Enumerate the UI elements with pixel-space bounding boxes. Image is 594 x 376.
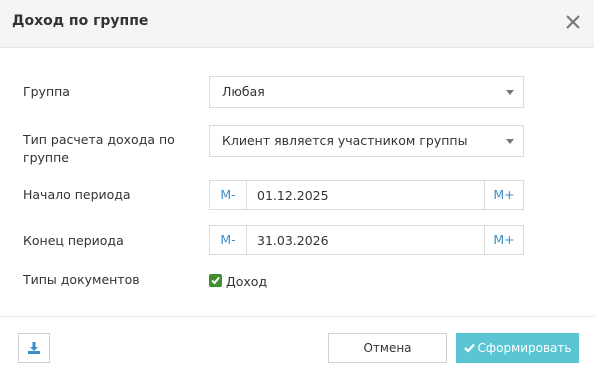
doc-type-income-label: Доход <box>226 274 268 289</box>
group-label: Группа <box>23 84 70 99</box>
chevron-down-icon <box>506 90 514 95</box>
group-select-value: Любая <box>222 84 265 99</box>
period-end-label: Конец периода <box>23 233 124 248</box>
checkbox-checked-icon[interactable] <box>209 274 222 287</box>
dialog-header: Доход по группе <box>0 0 594 48</box>
close-icon[interactable] <box>564 13 582 31</box>
group-select[interactable]: Любая <box>209 76 524 108</box>
footer-divider <box>0 316 594 317</box>
check-icon <box>463 334 475 364</box>
period-start-plus-button[interactable]: М+ <box>484 181 523 209</box>
submit-button[interactable]: Сформировать <box>456 333 579 363</box>
submit-button-label: Сформировать <box>477 341 572 355</box>
income-type-select-value: Клиент является участником группы <box>222 133 468 148</box>
dialog-title: Доход по группе <box>12 13 149 29</box>
period-end-group: М- М+ <box>209 225 524 255</box>
period-end-minus-button[interactable]: М- <box>210 226 247 254</box>
period-start-label: Начало периода <box>23 187 131 202</box>
doc-types-label: Типы документов <box>23 272 140 287</box>
income-type-label-line1: Тип расчета дохода по <box>23 132 175 147</box>
income-type-label-line2: группе <box>23 150 69 165</box>
download-button[interactable] <box>18 333 50 363</box>
period-end-input[interactable] <box>247 226 484 254</box>
period-start-minus-button[interactable]: М- <box>210 181 247 209</box>
download-icon <box>28 342 40 354</box>
chevron-down-icon <box>506 139 514 144</box>
report-dialog: Доход по группе Группа Любая Тип расчета… <box>0 0 594 376</box>
cancel-button[interactable]: Отмена <box>328 333 447 363</box>
income-type-select[interactable]: Клиент является участником группы <box>209 125 524 157</box>
period-end-plus-button[interactable]: М+ <box>484 226 523 254</box>
period-start-input[interactable] <box>247 181 484 209</box>
period-start-group: М- М+ <box>209 180 524 210</box>
income-type-label: Тип расчета дохода по группе <box>23 131 175 167</box>
